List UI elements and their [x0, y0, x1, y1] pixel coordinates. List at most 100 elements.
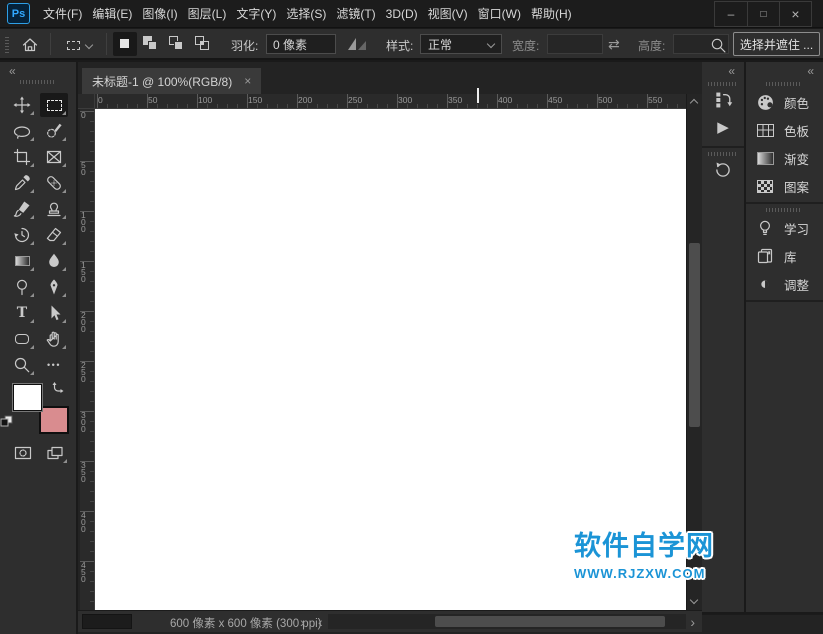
scroll-up-icon[interactable] [690, 99, 698, 107]
edit-toolbar-button[interactable]: ••• [40, 353, 68, 377]
menu-3d[interactable]: 3D(D) [383, 0, 421, 27]
version-history-icon[interactable] [702, 90, 744, 110]
dodge-tool[interactable] [8, 275, 36, 299]
libraries-icon [755, 247, 775, 265]
home-icon[interactable] [18, 33, 42, 57]
eraser-tool[interactable] [40, 223, 68, 247]
background-color-swatch[interactable] [39, 406, 69, 434]
intersect-selection-mode-button[interactable] [191, 32, 215, 56]
panel-gradients[interactable]: 渐变 [746, 144, 823, 172]
collapse-icon[interactable]: « [807, 64, 813, 78]
tab-close-icon[interactable]: × [244, 74, 251, 88]
ruler-origin-corner[interactable] [78, 94, 95, 109]
horizontal-scrollbar[interactable] [328, 614, 686, 629]
maximize-icon[interactable]: □ [747, 2, 779, 26]
select-and-mask-button[interactable]: 选择并遮住 ... [733, 32, 820, 56]
style-label: 样式: [386, 37, 413, 54]
zoom-level-input[interactable] [82, 614, 132, 629]
width-input[interactable] [547, 34, 603, 54]
menu-filter[interactable]: 滤镜(T) [333, 0, 378, 27]
eyedropper-tool[interactable] [8, 171, 36, 195]
search-icon[interactable] [707, 34, 729, 56]
type-tool[interactable]: T [8, 301, 36, 325]
ruler-label: 3 5 0 [81, 462, 86, 483]
collapse-icon[interactable]: « [9, 64, 15, 78]
quick-mask-mode-button[interactable] [9, 441, 37, 465]
watermark-url: WWW.RJZXW.COM [574, 566, 714, 581]
spot-healing-brush-tool[interactable] [40, 171, 68, 195]
menu-view[interactable]: 视图(V) [425, 0, 471, 27]
gradient-icon [15, 256, 30, 266]
panel-libraries[interactable]: 库 [746, 242, 823, 270]
style-dropdown[interactable]: 正常 [420, 34, 502, 54]
scroll-right-icon[interactable]: › [690, 614, 695, 630]
panel-label: 渐变 [784, 149, 809, 168]
foreground-color-swatch[interactable] [13, 384, 42, 411]
vertical-ruler[interactable]: 05 01 0 01 5 02 0 02 5 03 0 03 5 04 0 04… [80, 109, 95, 610]
crop-tool[interactable] [8, 145, 36, 169]
swap-colors-icon[interactable] [50, 382, 64, 395]
frame-tool[interactable] [40, 145, 68, 169]
separator [50, 33, 51, 55]
vertical-scrollbar-thumb[interactable] [689, 243, 700, 427]
swatches-icon [755, 121, 775, 139]
ruler-label: 100 [198, 95, 212, 105]
learn-icon [755, 219, 775, 237]
quick-selection-tool[interactable] [40, 119, 68, 143]
panel-divider [746, 300, 823, 302]
blur-tool[interactable] [40, 249, 68, 273]
scroll-down-icon[interactable] [690, 596, 698, 604]
anti-alias-icon[interactable] [346, 35, 370, 53]
history-icon[interactable] [702, 160, 744, 180]
menu-window[interactable]: 窗口(W) [475, 0, 524, 27]
screen-mode-button[interactable] [41, 441, 69, 465]
horizontal-scrollbar-thumb[interactable] [435, 616, 665, 627]
scroll-left-icon[interactable]: ‹ [318, 614, 323, 630]
subtract-from-selection-mode-button[interactable] [165, 32, 189, 56]
dock-footer [702, 614, 823, 634]
menu-image[interactable]: 图像(I) [139, 0, 180, 27]
rectangular-marquee-tool[interactable] [40, 93, 68, 117]
panel-divider [746, 202, 823, 204]
lasso-tool[interactable] [8, 119, 36, 143]
default-colors-icon[interactable] [0, 415, 13, 428]
panel-patterns[interactable]: 图案 [746, 172, 823, 200]
path-selection-tool[interactable] [40, 301, 68, 325]
shape-tool[interactable] [8, 327, 36, 351]
panel-learn[interactable]: 学习 [746, 214, 823, 242]
swap-dimensions-icon[interactable]: ⇄ [608, 36, 620, 53]
feather-input[interactable] [266, 34, 336, 54]
close-icon[interactable]: × [779, 2, 811, 26]
move-tool[interactable] [8, 93, 36, 117]
actions-icon[interactable]: ▶ [702, 118, 744, 136]
brush-tool[interactable] [8, 197, 36, 221]
tool-preset-marquee-icon[interactable] [58, 33, 100, 57]
zoom-tool[interactable] [8, 353, 36, 377]
menu-type[interactable]: 文字(Y) [233, 0, 279, 27]
history-brush-tool[interactable] [8, 223, 36, 247]
grip-dots [766, 82, 802, 86]
tool-options-bar: 羽化: 样式: 正常 宽度: ⇄ 高度: 选择并遮住 ... [0, 29, 823, 60]
panel-adjustments[interactable]: ◐ 调整 [746, 270, 823, 298]
add-to-selection-mode-button[interactable] [139, 32, 163, 56]
pen-tool[interactable] [40, 275, 68, 299]
status-expand-icon[interactable]: › [300, 614, 305, 630]
menu-layer[interactable]: 图层(L) [185, 0, 230, 27]
subtract-selection-icon [174, 41, 183, 50]
add-selection-icon [148, 41, 157, 50]
panel-color[interactable]: 颜色 [746, 88, 823, 116]
clone-stamp-tool[interactable] [40, 197, 68, 221]
menu-edit[interactable]: 编辑(E) [89, 0, 135, 27]
hand-tool[interactable] [40, 327, 68, 351]
menu-help[interactable]: 帮助(H) [528, 0, 575, 27]
panel-swatches[interactable]: 色板 [746, 116, 823, 144]
document-tab[interactable]: 未标题-1 @ 100%(RGB/8) × [82, 68, 261, 94]
menu-file[interactable]: 文件(F) [40, 0, 85, 27]
new-selection-mode-button[interactable] [113, 32, 137, 56]
type-icon: T [17, 305, 27, 321]
horizontal-ruler[interactable]: 050100150200250300350400450500550 [95, 94, 686, 109]
collapse-icon[interactable]: « [728, 64, 734, 78]
minimize-icon[interactable]: – [715, 2, 747, 26]
gradient-tool[interactable] [8, 249, 36, 273]
menu-select[interactable]: 选择(S) [283, 0, 329, 27]
